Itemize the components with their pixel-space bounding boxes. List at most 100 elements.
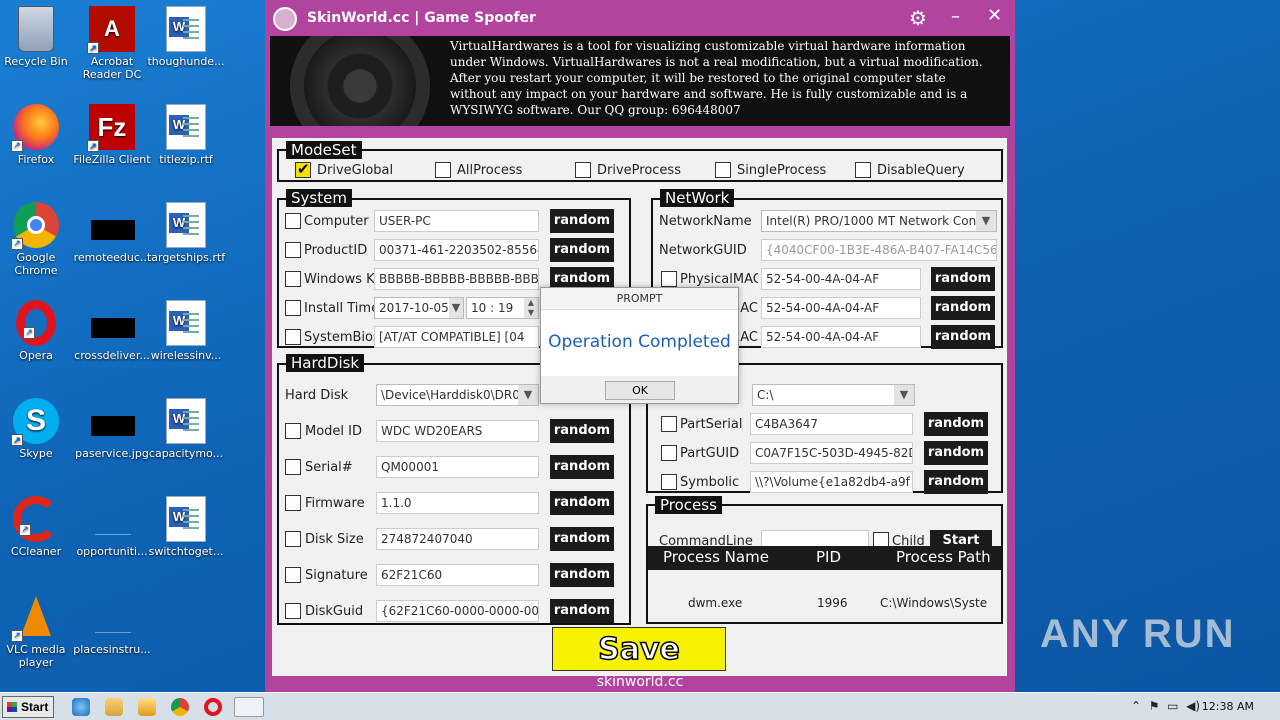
internet-explorer-icon[interactable] bbox=[72, 698, 90, 716]
media-player-icon[interactable] bbox=[138, 698, 156, 716]
systembios-checkbox[interactable] bbox=[285, 329, 301, 345]
disablequery-checkbox[interactable] bbox=[855, 162, 871, 178]
networkname-select[interactable]: Intel(R) PRO/1000 MT Network Connection ▼ bbox=[761, 210, 997, 232]
mac2-field[interactable]: 52-54-00-4A-04-AF bbox=[761, 326, 921, 348]
partserial-checkbox[interactable] bbox=[661, 416, 677, 432]
chevron-down-icon[interactable]: ▼ bbox=[449, 298, 463, 318]
process-path-column[interactable]: Process Path bbox=[896, 548, 991, 566]
desktop-icon-firefox[interactable]: ↗ Firefox bbox=[0, 104, 77, 166]
desktop-icon-switchtoget[interactable]: switchtoget... bbox=[145, 496, 227, 558]
chevron-down-icon[interactable]: ▼ bbox=[894, 385, 914, 405]
allprocess-checkbox[interactable] bbox=[435, 162, 451, 178]
firmware-checkbox[interactable] bbox=[285, 495, 301, 511]
mac2-random-button[interactable]: random bbox=[931, 325, 995, 349]
mac-random-button[interactable]: random bbox=[931, 296, 995, 320]
firmware-random-button[interactable]: random bbox=[550, 491, 614, 515]
footer-link[interactable]: skinworld.cc bbox=[265, 674, 1015, 690]
desktop-icon-vlc[interactable]: ↗ VLC media player bbox=[0, 594, 77, 669]
start-button[interactable]: Start bbox=[2, 696, 54, 718]
table-row[interactable]: dwm.exe 1996 C:\Windows\Syste bbox=[648, 593, 1001, 611]
networkguid-field[interactable]: {4040CF00-1B3E-486A-B407-FA14C56E bbox=[761, 239, 997, 261]
desktop-icon-remoteeduc[interactable]: remoteeduc... bbox=[71, 202, 153, 264]
desktop-icon-opportuniti[interactable]: opportuniti... bbox=[71, 496, 153, 558]
modelid-field[interactable]: WDC WD20EARS bbox=[376, 420, 539, 442]
chevron-down-icon[interactable]: ▼ bbox=[518, 385, 538, 405]
desktop-icon-ccleaner[interactable]: ↗ CCleaner bbox=[0, 496, 77, 558]
spin-arrows-icon[interactable]: ▲ ▼ bbox=[524, 298, 538, 318]
serial-field[interactable]: QM00001 bbox=[376, 456, 539, 478]
disksize-random-button[interactable]: random bbox=[550, 527, 614, 551]
ok-button[interactable]: OK bbox=[605, 381, 675, 400]
gear-icon[interactable]: ⚙ bbox=[909, 6, 927, 30]
diskguid-checkbox[interactable] bbox=[285, 603, 301, 619]
physicalmac-random-button[interactable]: random bbox=[931, 267, 995, 291]
desktop-icon-targetships[interactable]: targetships.rtf bbox=[145, 202, 227, 264]
windows-key-field[interactable]: BBBBB-BBBBB-BBBBB-BBBBB-BBBBB bbox=[374, 268, 539, 290]
productid-checkbox[interactable] bbox=[285, 242, 301, 258]
symbolic-checkbox[interactable] bbox=[661, 474, 677, 490]
desktop-icon-paservice[interactable]: paservice.jpg bbox=[71, 398, 153, 460]
file-explorer-icon[interactable] bbox=[105, 698, 123, 716]
harddisk-select[interactable]: \Device\Harddisk0\DR0 ▼ bbox=[376, 384, 539, 406]
desktop-icon-recycle-bin[interactable]: Recycle Bin bbox=[0, 6, 77, 68]
driveglobal-checkbox[interactable] bbox=[295, 160, 311, 178]
desktop-icon-crossdeliver[interactable]: crossdeliver... bbox=[71, 300, 153, 362]
taskbar-spoofer-button[interactable] bbox=[234, 697, 264, 717]
productid-random-button[interactable]: random bbox=[550, 238, 614, 262]
signature-random-button[interactable]: random bbox=[550, 563, 614, 587]
clock[interactable]: 12:38 AM bbox=[1202, 700, 1254, 713]
pid-column[interactable]: PID bbox=[816, 548, 841, 566]
install-time-checkbox[interactable] bbox=[285, 300, 301, 316]
driveprocess-checkbox[interactable] bbox=[575, 162, 591, 178]
process-name-column[interactable]: Process Name bbox=[663, 548, 769, 566]
system-tray[interactable]: ⌃ ⚑ ▭ ◀) bbox=[1131, 699, 1200, 713]
desktop-icon-wirelessinv[interactable]: wirelessinv... bbox=[145, 300, 227, 362]
save-button[interactable]: Save bbox=[552, 627, 726, 671]
partguid-checkbox[interactable] bbox=[661, 445, 677, 461]
minimize-icon[interactable]: – bbox=[951, 6, 960, 27]
chevron-down-icon[interactable]: ▼ bbox=[976, 211, 996, 231]
partserial-random-button[interactable]: random bbox=[924, 412, 988, 436]
desktop-icon-acrobat[interactable]: A ↗ Acrobat Reader DC bbox=[71, 6, 153, 81]
windows-key-checkbox[interactable] bbox=[285, 271, 301, 287]
desktop-icon-placesinstru[interactable]: placesinstru... bbox=[71, 594, 153, 656]
window-titlebar[interactable]: SkinWorld.cc | Game Spoofer ⚙ – ✕ bbox=[265, 0, 1015, 36]
partition-select[interactable]: C:\ ▼ bbox=[752, 384, 915, 406]
modelid-random-button[interactable]: random bbox=[550, 419, 614, 443]
desktop-icon-skype[interactable]: S ↗ Skype bbox=[0, 398, 77, 460]
mac-field[interactable]: 52-54-00-4A-04-AF bbox=[761, 297, 921, 319]
physicalmac-field[interactable]: 52-54-00-4A-04-AF bbox=[761, 268, 921, 290]
diskguid-field[interactable]: {62F21C60-0000-0000-0000 bbox=[376, 600, 539, 622]
signature-field[interactable]: 62F21C60 bbox=[376, 564, 539, 586]
install-date-picker[interactable]: 2017-10-05 ▼ bbox=[374, 297, 464, 319]
partguid-random-button[interactable]: random bbox=[924, 441, 988, 465]
partserial-field[interactable]: C4BA3647 bbox=[750, 413, 913, 435]
partguid-field[interactable]: C0A7F15C-503D-4945-82D bbox=[750, 442, 913, 464]
desktop-icon-chrome[interactable]: ↗ Google Chrome bbox=[0, 202, 77, 277]
desktop-icon-titlezip[interactable]: titlezip.rtf bbox=[145, 104, 227, 166]
desktop-icon-opera[interactable]: ↗ Opera bbox=[0, 300, 77, 362]
modelid-checkbox[interactable] bbox=[285, 423, 301, 439]
desktop-icon-thoughunde[interactable]: thoughunde... bbox=[145, 6, 227, 68]
desktop-icon-capacitymo[interactable]: capacitymo... bbox=[145, 398, 227, 460]
systembios-field[interactable]: [AT/AT COMPATIBLE] [04 bbox=[374, 326, 539, 348]
physicalmac-checkbox[interactable] bbox=[661, 271, 677, 287]
disksize-checkbox[interactable] bbox=[285, 531, 301, 547]
computer-random-button[interactable]: random bbox=[550, 209, 614, 233]
serial-checkbox[interactable] bbox=[285, 459, 301, 475]
diskguid-random-button[interactable]: random bbox=[550, 599, 614, 623]
install-time-stepper[interactable]: 10 : 19 ▲ ▼ bbox=[466, 297, 539, 319]
close-icon[interactable]: ✕ bbox=[987, 5, 1002, 26]
singleprocess-checkbox[interactable] bbox=[715, 162, 731, 178]
opera-icon[interactable] bbox=[204, 698, 222, 716]
signature-checkbox[interactable] bbox=[285, 567, 301, 583]
productid-field[interactable]: 00371-461-2203502-85564 bbox=[374, 239, 539, 261]
chrome-icon[interactable] bbox=[171, 698, 189, 716]
serial-random-button[interactable]: random bbox=[550, 455, 614, 479]
desktop-icon-filezilla[interactable]: Fz ↗ FileZilla Client bbox=[71, 104, 153, 166]
symbolic-random-button[interactable]: random bbox=[924, 470, 988, 494]
computer-checkbox[interactable] bbox=[285, 213, 301, 229]
computer-field[interactable]: USER-PC bbox=[374, 210, 539, 232]
symbolic-field[interactable]: \\?\Volume{e1a82db4-a9f bbox=[750, 471, 913, 493]
disksize-field[interactable]: 274872407040 bbox=[376, 528, 539, 550]
